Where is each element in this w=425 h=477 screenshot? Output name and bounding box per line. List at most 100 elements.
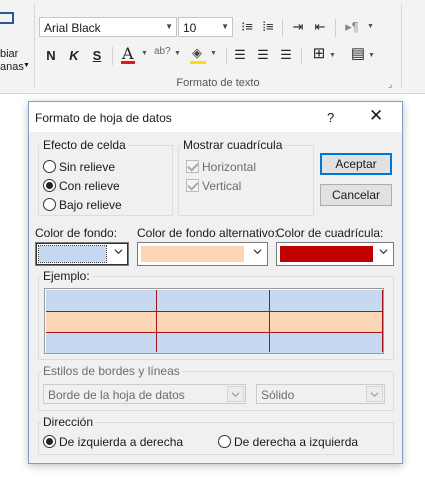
font-name-combo[interactable]: Arial Black ▼ — [39, 17, 177, 37]
sample-label: Ejemplo: — [41, 269, 92, 283]
font-size-value: 10 — [183, 21, 197, 35]
alt-background-color-label: Color de fondo alternativo: — [137, 226, 278, 240]
border-styles-label: Estilos de bordes y líneas — [41, 364, 182, 378]
background-color-picker[interactable] — [35, 242, 129, 266]
font-color-button[interactable]: A ▼ — [119, 44, 149, 66]
sample-gridline — [46, 311, 383, 312]
group-divider — [401, 4, 402, 88]
change-view-button[interactable]: biar anas ▼ — [0, 8, 32, 78]
ribbon: biar anas ▼ Arial Black ▼ 10 ▼ ⁝≡ ⁞≡ ⇥ ⇤… — [0, 0, 425, 94]
radio-sunken[interactable] — [43, 198, 56, 211]
sample-gridline — [156, 290, 157, 352]
radio-left-to-right-label[interactable]: De izquierda a derecha — [59, 435, 183, 449]
horizontal-checkbox-label[interactable]: Horizontal — [202, 160, 256, 174]
divider — [226, 47, 227, 65]
chevron-down-icon — [231, 392, 240, 398]
direction-label: Dirección — [41, 415, 96, 429]
horizontal-checkbox[interactable] — [186, 160, 199, 173]
italic-button[interactable]: K — [67, 48, 81, 64]
bold-button[interactable]: N — [44, 48, 58, 64]
alt-background-color-picker[interactable] — [137, 242, 268, 266]
gridlines-icon[interactable]: ⊞ — [310, 46, 328, 62]
change-view-label-1: biar — [0, 48, 19, 60]
gridline-color-label: Color de cuadrícula: — [276, 226, 384, 240]
paint-bucket-icon: ◈ — [192, 45, 202, 60]
align-right-icon[interactable]: ☰ — [278, 47, 294, 63]
sample-gridline — [46, 332, 383, 333]
align-center-icon[interactable]: ☰ — [255, 47, 271, 63]
chevron-down-icon: ▼ — [165, 22, 173, 31]
sample-gridline — [382, 290, 383, 352]
chevron-down-icon — [253, 249, 262, 255]
sample-row — [46, 290, 383, 311]
chevron-down-icon — [114, 249, 123, 255]
chevron-down-icon: ▼ — [210, 50, 217, 57]
sample-row — [46, 332, 383, 353]
radio-left-to-right[interactable] — [43, 435, 56, 448]
radio-right-to-left[interactable] — [218, 435, 231, 448]
gridline-color-swatch — [280, 246, 373, 262]
chevron-down-icon: ▼ — [368, 52, 375, 59]
line-style-select-value: Sólido — [261, 388, 295, 402]
highlight-icon: ab? — [154, 46, 171, 57]
ok-button[interactable]: Aceptar — [320, 153, 392, 175]
line-style-select-arrow — [366, 386, 383, 402]
border-select[interactable]: Borde de la hoja de datos — [43, 384, 246, 404]
highlight-button[interactable]: ab? ▼ — [152, 44, 181, 66]
underline-button[interactable]: S — [90, 48, 104, 64]
background-color-label: Color de fondo: — [35, 226, 118, 240]
font-color-bar — [121, 61, 135, 64]
dialog-title: Formato de hoja de datos — [35, 111, 172, 125]
radio-flat-label[interactable]: Sin relieve — [59, 160, 115, 174]
fill-color-button[interactable]: ◈ ▼ — [188, 44, 220, 66]
sample-row-alternate — [46, 311, 383, 332]
bullet-list-icon[interactable]: ⁝≡ — [239, 19, 255, 35]
gridline-color-picker[interactable] — [276, 242, 394, 266]
change-view-label-2: anas — [0, 61, 24, 73]
divider — [335, 19, 336, 37]
vertical-checkbox-label[interactable]: Vertical — [202, 179, 241, 193]
datasheet-format-dialog: Formato de hoja de datos ? ✕ Efecto de c… — [28, 101, 403, 464]
group-label-text-format: Formato de texto — [176, 77, 260, 89]
font-size-combo[interactable]: 10 ▼ — [178, 17, 233, 37]
font-name-value: Arial Black — [44, 21, 101, 35]
increase-indent-icon[interactable]: ⇥ — [290, 19, 306, 35]
radio-sunken-label[interactable]: Bajo relieve — [59, 198, 122, 212]
gridlines-label: Mostrar cuadrícula — [181, 138, 285, 152]
chevron-down-icon: ▼ — [329, 52, 336, 59]
numbered-list-icon[interactable]: ⁞≡ — [260, 19, 276, 35]
dialog-launcher-icon[interactable]: ⌟ — [388, 79, 392, 90]
fill-color-bar — [190, 61, 206, 64]
chevron-down-icon — [370, 392, 379, 398]
chevron-down-icon: ▼ — [23, 62, 30, 69]
help-button[interactable]: ? — [327, 110, 334, 125]
chevron-down-icon: ▼ — [174, 50, 181, 57]
radio-right-to-left-label[interactable]: De derecha a izquierda — [234, 435, 358, 449]
divider — [301, 47, 302, 65]
radio-flat[interactable] — [43, 160, 56, 173]
window-icon — [0, 12, 14, 24]
decrease-indent-icon[interactable]: ⇤ — [312, 19, 328, 35]
chevron-down-icon: ▼ — [221, 22, 229, 31]
close-button[interactable]: ✕ — [369, 107, 383, 125]
alternate-row-color-icon[interactable]: ▤ — [349, 46, 367, 62]
divider — [112, 47, 113, 65]
chevron-down-icon: ▼ — [141, 50, 148, 57]
vertical-checkbox[interactable] — [186, 179, 199, 192]
group-divider — [34, 4, 35, 88]
background-color-swatch — [38, 245, 107, 263]
cancel-button[interactable]: Cancelar — [320, 184, 392, 206]
border-select-arrow — [227, 386, 244, 402]
radio-raised-label[interactable]: Con relieve — [59, 179, 120, 193]
chevron-down-icon: ▼ — [367, 23, 374, 30]
alt-background-color-swatch — [141, 246, 244, 262]
divider — [282, 19, 283, 37]
dialog-titlebar: Formato de hoja de datos ? ✕ — [29, 102, 402, 132]
sample-preview — [44, 288, 384, 354]
line-style-select[interactable]: Sólido — [256, 384, 385, 404]
paragraph-direction-icon[interactable]: ▸¶ — [344, 19, 360, 35]
sample-gridline — [269, 290, 270, 352]
radio-raised[interactable] — [43, 179, 56, 192]
cell-effect-label: Efecto de celda — [41, 138, 128, 152]
align-left-icon[interactable]: ☰ — [232, 47, 248, 63]
